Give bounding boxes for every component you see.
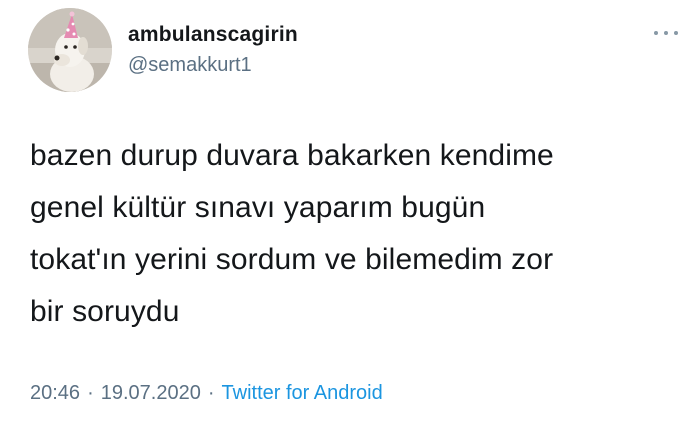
- more-options-button[interactable]: [654, 26, 678, 40]
- meta-separator: ·: [87, 382, 94, 404]
- tweet-text: bazen durup duvara bakarken kendime gene…: [30, 139, 554, 328]
- more-dots-icon: [654, 31, 658, 35]
- more-dots-icon: [674, 31, 678, 35]
- more-dots-icon: [664, 31, 668, 35]
- tweet-meta: 20:46 · 19.07.2020 · Twitter for Android: [30, 380, 383, 406]
- user-handle[interactable]: @semakkurt1: [128, 52, 298, 78]
- avatar[interactable]: [28, 8, 112, 92]
- tweet-source-link[interactable]: Twitter for Android: [222, 382, 383, 404]
- tweet-card: ambulanscagirin @semakkurt1 bazen durup …: [0, 0, 700, 430]
- meta-separator: ·: [207, 382, 215, 404]
- dog-with-party-hat-avatar-image: [28, 8, 112, 92]
- tweet-time[interactable]: 20:46: [30, 382, 80, 404]
- display-name[interactable]: ambulanscagirin: [128, 22, 298, 48]
- tweet-date[interactable]: 19.07.2020: [101, 382, 201, 404]
- user-info: ambulanscagirin @semakkurt1: [128, 22, 298, 78]
